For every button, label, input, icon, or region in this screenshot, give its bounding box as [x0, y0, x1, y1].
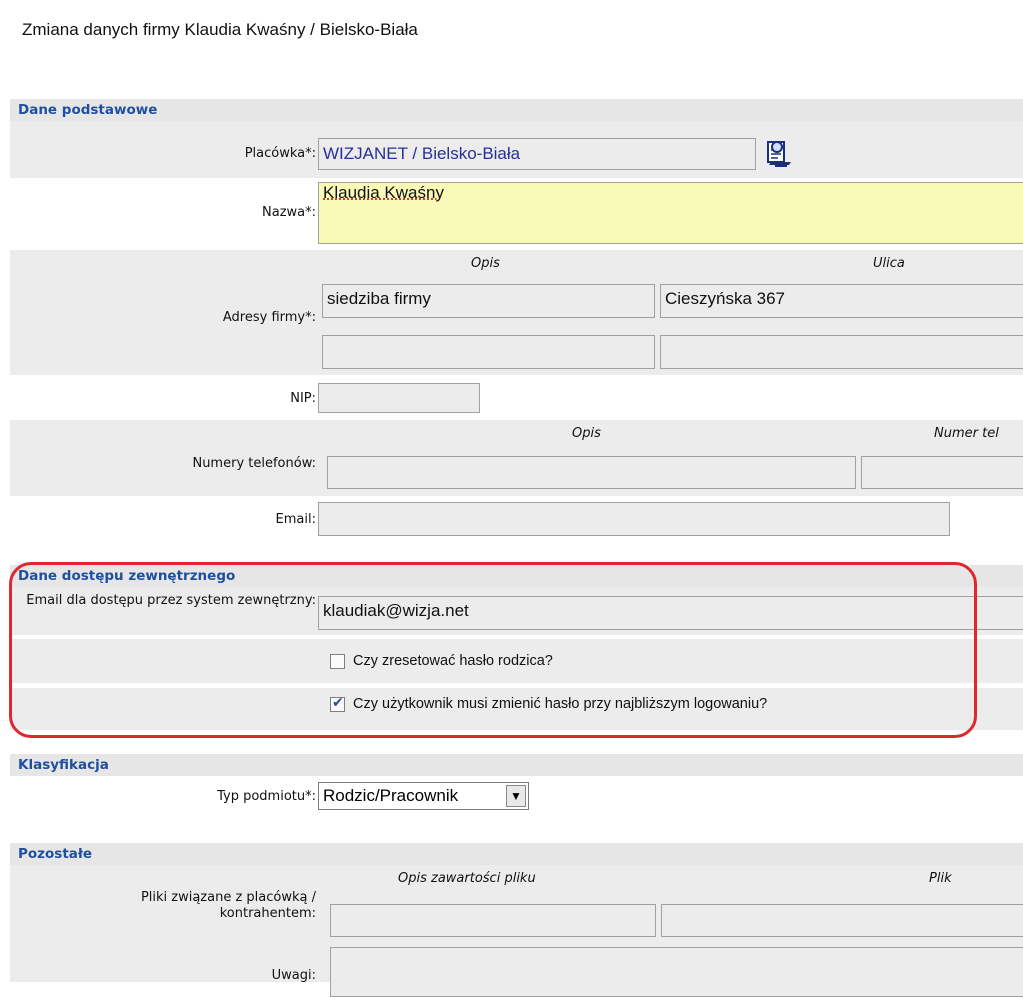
telefony-label: Numery telefonów: — [192, 456, 316, 471]
telefon-opis-field[interactable] — [327, 456, 856, 489]
section-basic-title: Dane podstawowe — [18, 102, 158, 118]
reset-password-checkbox[interactable] — [330, 654, 345, 669]
adres-ulica-1[interactable]: Cieszyńska 367 — [660, 284, 1023, 318]
typ-podmiotu-label: Typ podmiotu*: — [217, 789, 316, 804]
telefony-col-opis: Opis — [572, 426, 601, 441]
telefon-numer-field[interactable] — [861, 456, 1023, 489]
email-label: Email: — [275, 512, 316, 527]
email-field[interactable] — [318, 502, 950, 536]
section-classification: Klasyfikacja — [10, 753, 1023, 776]
placowka-label: Placówka*: — [244, 146, 316, 161]
person-search-icon[interactable] — [765, 138, 795, 170]
section-other-title: Pozostałe — [18, 846, 93, 862]
nip-field[interactable] — [318, 383, 480, 413]
ext-email-label: Email dla dostępu przez system zewnętrzn… — [26, 593, 316, 608]
adresy-col-ulica: Ulica — [873, 256, 905, 271]
typ-podmiotu-value: Rodzic/Pracownik — [323, 786, 459, 805]
nip-label: NIP: — [290, 391, 316, 406]
nazwa-label: Nazwa*: — [262, 205, 316, 220]
uwagi-field[interactable] — [330, 947, 1023, 997]
pliki-col-plik: Plik — [929, 871, 952, 886]
pliki-label: Pliki związane z placówką / kontrahentem… — [140, 890, 316, 921]
section-external: Dane dostępu zewnętrznego — [10, 564, 1023, 587]
row-nip-bg — [10, 375, 1023, 420]
section-classification-title: Klasyfikacja — [18, 757, 109, 773]
section-basic: Dane podstawowe — [10, 98, 1023, 121]
checkmark-icon: ✔ — [332, 695, 344, 711]
section-external-title: Dane dostępu zewnętrznego — [18, 568, 236, 584]
chevron-down-icon[interactable]: ▼ — [506, 785, 526, 807]
plik-file-field[interactable] — [661, 904, 1023, 937]
nazwa-field[interactable]: Klaudia Kwaśny — [318, 182, 1023, 244]
force-change-checkbox[interactable]: ✔ — [330, 695, 345, 712]
ext-email-field[interactable]: klaudiak@wizja.net — [318, 596, 1023, 630]
plik-opis-field[interactable] — [330, 904, 656, 937]
pliki-col-opis: Opis zawartości pliku — [398, 871, 536, 886]
adres-opis-1[interactable]: siedziba firmy — [322, 284, 655, 318]
adresy-col-opis: Opis — [471, 256, 500, 271]
telefony-col-numer: Numer tel — [934, 426, 999, 441]
adresy-label: Adresy firmy*: — [222, 310, 316, 325]
adres-ulica-2[interactable] — [660, 335, 1023, 369]
section-other: Pozostałe — [10, 842, 1023, 865]
page-title: Zmiana danych firmy Klaudia Kwaśny / Bie… — [22, 20, 418, 39]
force-change-label: Czy użytkownik musi zmienić hasło przy n… — [353, 696, 768, 712]
placowka-field[interactable]: WIZJANET / Bielsko-Biała — [318, 138, 756, 170]
reset-password-label: Czy zresetować hasło rodzica? — [353, 653, 553, 669]
nazwa-value: Klaudia Kwaśny — [323, 183, 444, 202]
adres-opis-2[interactable] — [322, 335, 655, 369]
typ-podmiotu-select[interactable]: Rodzic/Pracownik ▼ — [318, 782, 529, 810]
